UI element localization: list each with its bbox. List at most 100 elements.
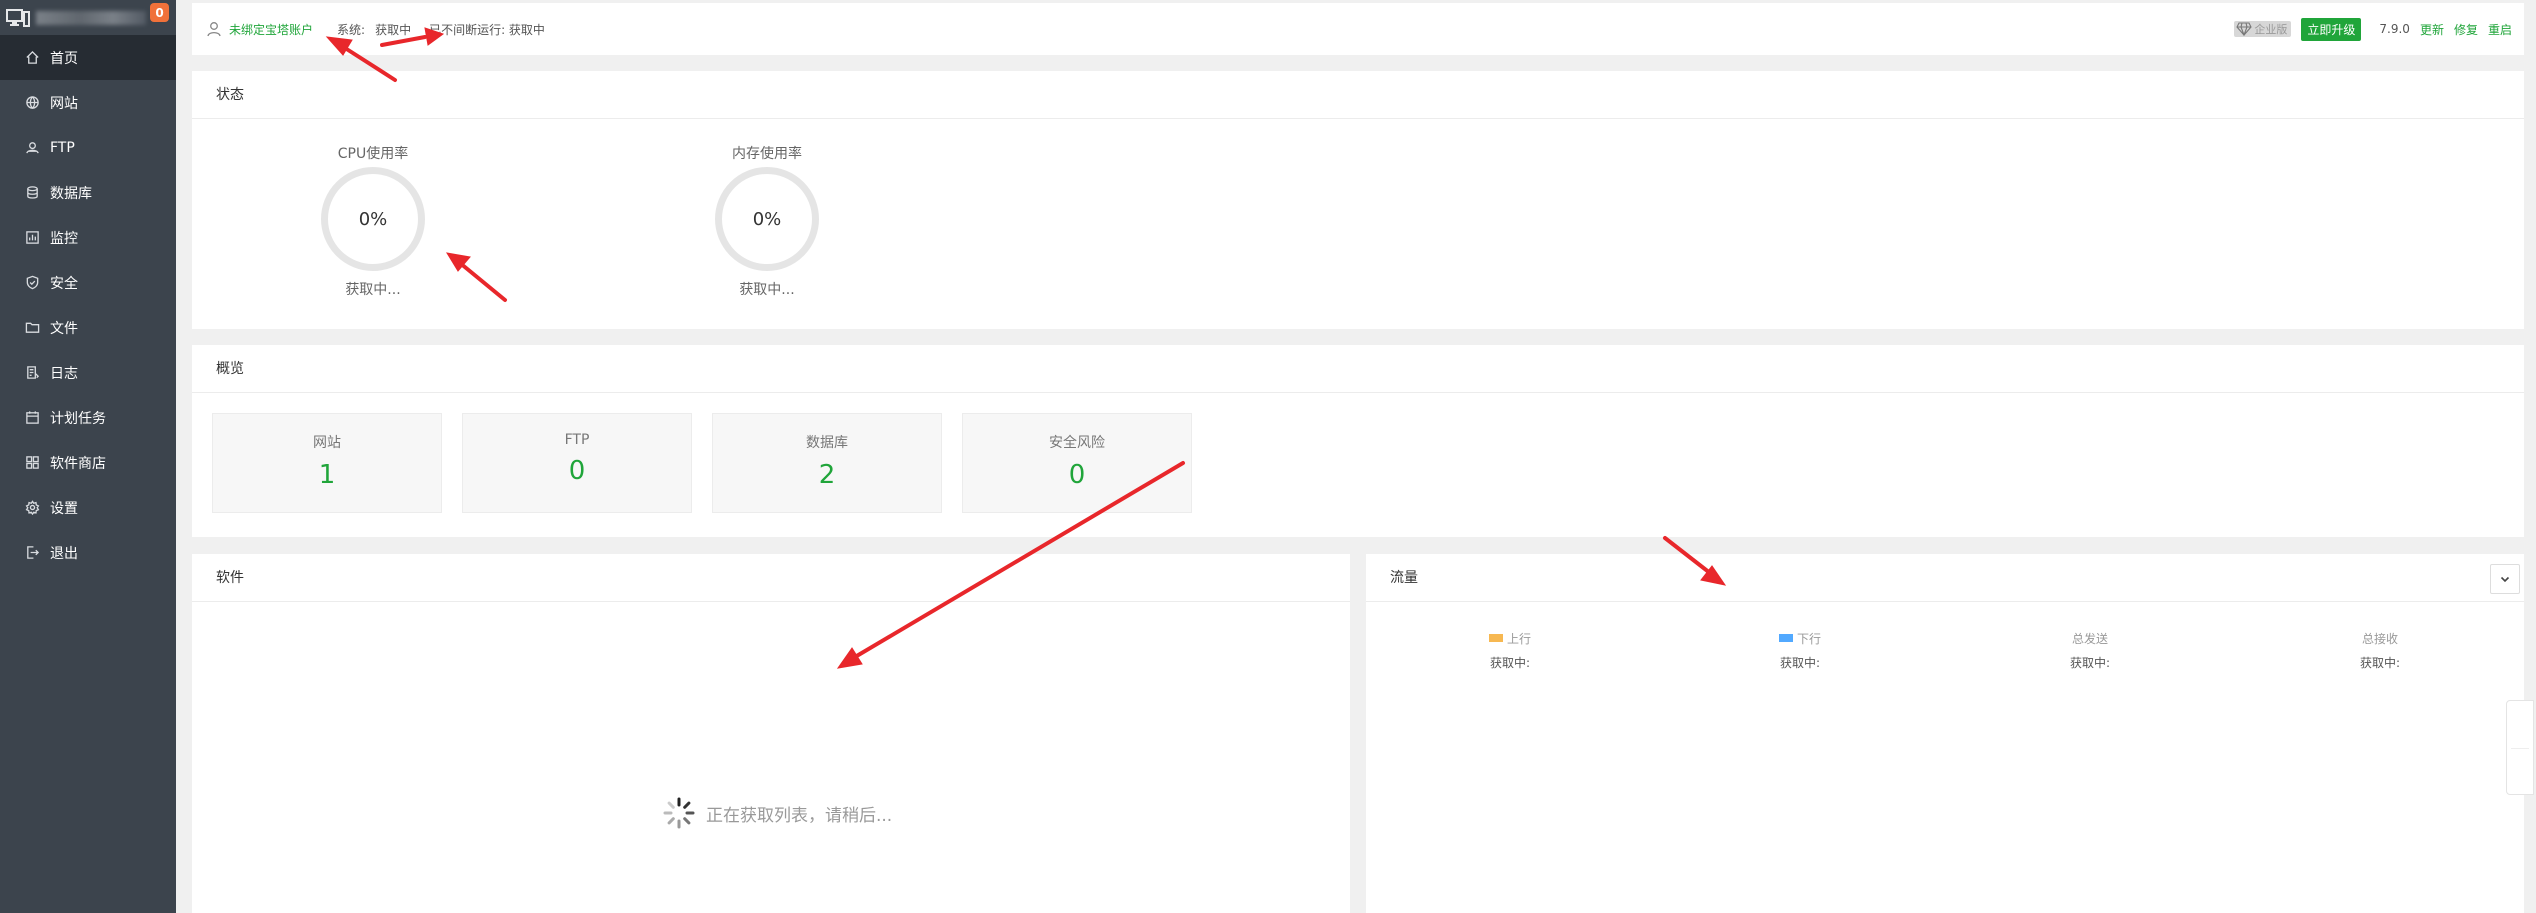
status-panel: 状态 CPU使用率 0% 获取中... 内存使用率 0% 获取中... xyxy=(192,71,2524,329)
sidebar-item-label: 退出 xyxy=(50,545,78,562)
traffic-total-sent: 总发送 获取中: xyxy=(2030,630,2150,671)
overview-card-label: 数据库 xyxy=(806,435,848,451)
software-panel-title: 软件 xyxy=(192,554,1350,602)
sidebar-item-security[interactable]: 安全 xyxy=(0,260,176,305)
system-value: 获取中 xyxy=(375,22,412,37)
traffic-upload-label: 上行 xyxy=(1506,631,1531,646)
traffic-total-sent-value: 获取中: xyxy=(2069,656,2111,670)
memory-gauge[interactable]: 内存使用率 0% 获取中... xyxy=(712,143,822,299)
calendar-icon xyxy=(26,411,39,424)
overview-panel-title: 概览 xyxy=(192,345,2524,393)
overview-card-value: 1 xyxy=(318,460,336,490)
sidebar-item-label: 首页 xyxy=(50,50,78,67)
traffic-download: 下行 获取中: xyxy=(1740,630,1860,671)
traffic-total-received: 总接收 获取中: xyxy=(2320,630,2440,671)
cpu-gauge-value: 0% xyxy=(358,208,388,230)
sidebar-item-label: 网站 xyxy=(50,95,78,112)
ftp-icon xyxy=(26,142,39,154)
upload-swatch xyxy=(1488,634,1503,642)
top-bar-actions: 企业版 立即升级 7.9.0 更新 修复 重启 xyxy=(2234,3,2512,55)
sidebar-item-label: 设置 xyxy=(50,500,78,517)
shield-icon xyxy=(26,275,39,290)
sidebar-item-logs[interactable]: 日志 xyxy=(0,350,176,395)
sidebar-item-cron[interactable]: 计划任务 xyxy=(0,395,176,440)
traffic-upload-value: 获取中: xyxy=(1489,656,1531,670)
overview-card-website[interactable]: 网站 1 xyxy=(212,413,442,513)
monitor-icon xyxy=(6,8,30,27)
cpu-gauge-ring: 0% xyxy=(321,167,425,271)
sidebar-item-settings[interactable]: 设置 xyxy=(0,485,176,530)
cpu-gauge[interactable]: CPU使用率 0% 获取中... xyxy=(318,143,428,299)
bind-account-link[interactable]: 未绑定宝塔账户 xyxy=(229,21,313,38)
sidebar-item-app-store[interactable]: 软件商店 xyxy=(0,440,176,485)
sidebar-item-database[interactable]: 数据库 xyxy=(0,170,176,215)
repair-link[interactable]: 修复 xyxy=(2454,21,2478,38)
traffic-panel-title: 流量 xyxy=(1366,554,2524,602)
traffic-download-label: 下行 xyxy=(1796,631,1821,646)
traffic-total-received-value: 获取中: xyxy=(2359,656,2401,670)
user-icon xyxy=(207,22,221,37)
overview-card-value: 2 xyxy=(818,460,836,490)
sidebar-item-home[interactable]: 首页 xyxy=(0,35,176,80)
sidebar-item-logout[interactable]: 退出 xyxy=(0,530,176,575)
overview-card-ftp[interactable]: FTP 0 xyxy=(462,413,692,513)
sidebar-item-monitor[interactable]: 监控 xyxy=(0,215,176,260)
folder-icon xyxy=(25,322,40,333)
overview-card-value: 0 xyxy=(1068,460,1086,490)
hostname-blurred xyxy=(36,10,146,25)
globe-icon xyxy=(26,96,39,110)
memory-gauge-status: 获取中... xyxy=(739,282,795,298)
loading-text: 正在获取列表，请稍后... xyxy=(706,805,893,826)
apps-grid-icon xyxy=(26,456,39,469)
sidebar-item-ftp[interactable]: FTP xyxy=(0,125,176,170)
sidebar-menu: 首页 网站 FTP 数据库 监控 安全 文件 日志 计划任务 软件商店 设置 退… xyxy=(0,35,176,575)
monitor-chart-icon xyxy=(26,231,39,244)
overview-card-database[interactable]: 数据库 2 xyxy=(712,413,942,513)
sidebar-item-website[interactable]: 网站 xyxy=(0,80,176,125)
software-loading: 正在获取列表，请稍后... xyxy=(662,796,892,830)
sidebar: 0 首页 网站 FTP 数据库 监控 安全 文件 日志 计划任务 软件商店 设置… xyxy=(0,0,176,913)
traffic-total-sent-label: 总发送 xyxy=(2071,631,2108,646)
loading-spinner-icon xyxy=(663,797,695,829)
overview-card-security-risk[interactable]: 安全风险 0 xyxy=(962,413,1192,513)
home-icon xyxy=(26,50,39,64)
cpu-gauge-status: 获取中... xyxy=(345,282,401,298)
download-swatch xyxy=(1778,634,1793,642)
status-panel-title: 状态 xyxy=(192,71,2524,119)
edge-floating-widget[interactable] xyxy=(2506,700,2534,795)
enterprise-tag[interactable]: 企业版 xyxy=(2234,21,2292,37)
system-label: 系统: xyxy=(337,22,366,37)
log-icon xyxy=(27,366,40,379)
overview-card-value: 0 xyxy=(568,456,586,486)
uptime-text: 已不间断运行: 获取中 xyxy=(429,22,545,37)
sidebar-item-label: 日志 xyxy=(50,365,78,382)
diamond-icon xyxy=(2236,22,2253,36)
sidebar-item-files[interactable]: 文件 xyxy=(0,305,176,350)
gear-icon xyxy=(25,500,40,515)
cpu-gauge-title: CPU使用率 xyxy=(337,146,409,162)
version-number: 7.9.0 xyxy=(2379,22,2410,36)
sidebar-item-label: 软件商店 xyxy=(50,455,106,472)
traffic-download-value: 获取中: xyxy=(1779,656,1821,670)
upgrade-button[interactable]: 立即升级 xyxy=(2301,17,2362,41)
software-panel: 软件 正在获取列表，请稍后... xyxy=(192,554,1350,913)
enterprise-tag-label: 企业版 xyxy=(2254,23,2288,36)
memory-gauge-title: 内存使用率 xyxy=(732,146,802,162)
traffic-upload: 上行 获取中: xyxy=(1450,630,1570,671)
sidebar-item-label: 监控 xyxy=(50,230,78,247)
sidebar-item-label: 安全 xyxy=(50,275,78,292)
top-bar: 未绑定宝塔账户 系统: 获取中 已不间断运行: 获取中 企业版 立即升级 7.9… xyxy=(192,3,2524,55)
traffic-panel: 流量 上行 获取中: 下行 获取中: 总发送 获取中: 总接收 获取中: xyxy=(1366,554,2524,913)
update-link[interactable]: 更新 xyxy=(2420,21,2444,38)
chevron-down-icon xyxy=(2500,576,2510,583)
overview-card-label: 网站 xyxy=(313,435,341,451)
memory-gauge-ring: 0% xyxy=(715,167,819,271)
overview-panel: 概览 网站 1 FTP 0 数据库 2 安全风险 0 xyxy=(192,345,2524,537)
restart-link[interactable]: 重启 xyxy=(2488,21,2512,38)
notification-badge[interactable]: 0 xyxy=(150,3,169,22)
sidebar-item-label: FTP xyxy=(50,139,75,156)
traffic-total-received-label: 总接收 xyxy=(2361,631,2398,646)
sidebar-item-label: 文件 xyxy=(50,320,78,337)
sidebar-item-label: 数据库 xyxy=(50,185,92,202)
traffic-dropdown-button[interactable] xyxy=(2490,564,2520,594)
